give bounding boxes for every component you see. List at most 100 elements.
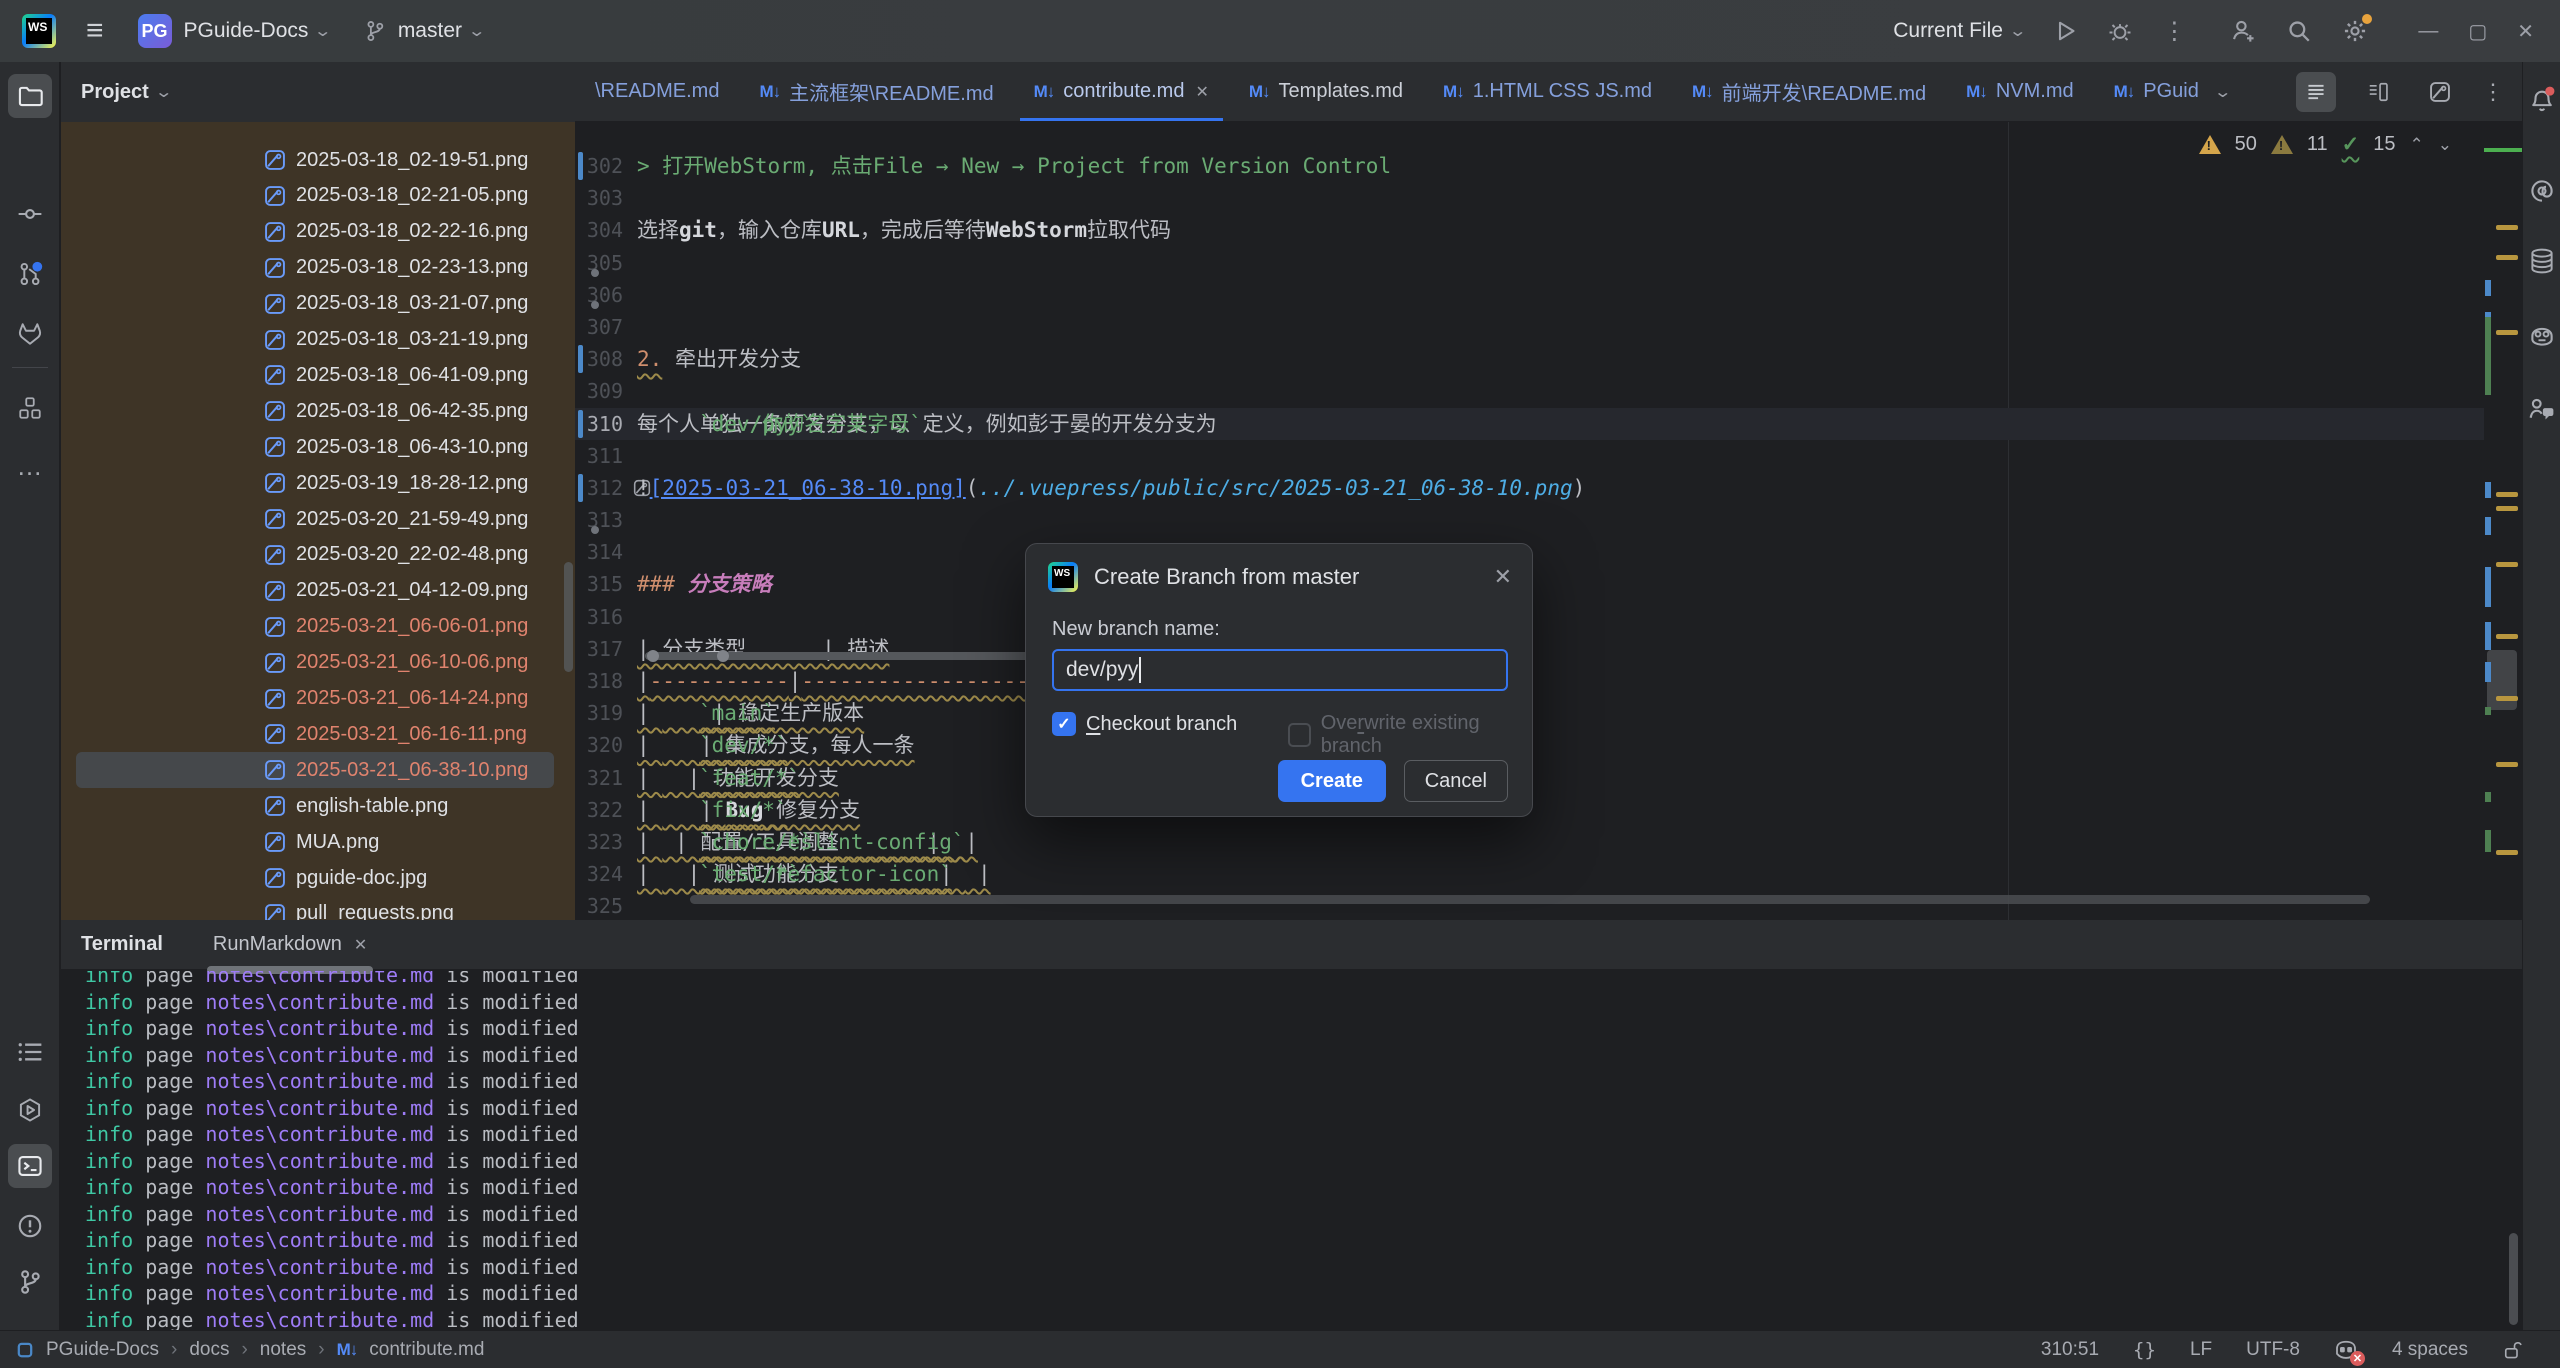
tree-item[interactable]: 2025-03-21_06-38-10.png: [76, 752, 554, 788]
settings-button[interactable]: [2342, 18, 2368, 44]
tree-scrollbar[interactable]: [564, 562, 573, 672]
editor-tab[interactable]: \README.md: [575, 62, 739, 121]
stripe-warning-mark[interactable]: [2496, 562, 2518, 567]
project-panel-header[interactable]: Project ⌄: [61, 62, 575, 122]
tree-item[interactable]: 2025-03-21_06-10-06.png: [76, 645, 554, 681]
stripe-warning-mark[interactable]: [2496, 850, 2518, 855]
stripe-added-mark[interactable]: [2485, 707, 2491, 715]
minimize-button[interactable]: —: [2418, 20, 2438, 43]
stripe-added-mark[interactable]: [2485, 317, 2491, 395]
ai-assistant-tool-button[interactable]: [2525, 174, 2559, 208]
stripe-warning-mark[interactable]: [2496, 225, 2518, 230]
tree-item[interactable]: 2025-03-20_21-59-49.png: [76, 501, 554, 537]
run-button[interactable]: [2054, 19, 2078, 43]
editor-line[interactable]: 324| `test/*` | 测试功能分支 | `test/refactor-…: [575, 858, 2484, 890]
error-stripe[interactable]: [2484, 122, 2522, 920]
git-tool-button[interactable]: [8, 252, 52, 296]
debug-button[interactable]: [2108, 19, 2132, 43]
editor-line[interactable]: 312![2025-03-21_06-38-10.png](../.vuepre…: [575, 472, 2484, 504]
tab-close-icon[interactable]: ✕: [354, 935, 367, 955]
tree-item[interactable]: 2025-03-18_06-42-35.png: [76, 393, 554, 429]
code-style-icon[interactable]: {}: [2133, 1339, 2156, 1361]
services-tool-button[interactable]: [8, 1088, 52, 1132]
line-ending-widget[interactable]: LF: [2190, 1339, 2212, 1361]
editor-only-view-button[interactable]: [2296, 72, 2336, 112]
close-window-button[interactable]: ✕: [2517, 19, 2534, 44]
editor-vertical-scrollbar[interactable]: [2487, 650, 2517, 710]
terminal-panel-title[interactable]: Terminal: [81, 933, 163, 956]
checkout-branch-checkbox[interactable]: ✓ Checkout branch: [1052, 712, 1237, 736]
dialog-close-icon[interactable]: ✕: [1494, 564, 1512, 590]
editor-tab[interactable]: M↓PGuid⌄: [2094, 62, 2250, 121]
tree-item[interactable]: 2025-03-18_02-21-05.png: [76, 178, 554, 214]
stripe-warning-mark[interactable]: [2496, 634, 2518, 639]
tree-item[interactable]: MUA.png: [76, 824, 554, 860]
breadcrumb-item[interactable]: docs: [189, 1339, 229, 1361]
tree-item[interactable]: 2025-03-18_02-23-13.png: [76, 250, 554, 286]
stripe-changed-mark[interactable]: [2485, 482, 2491, 498]
main-menu-icon[interactable]: ≡: [86, 16, 104, 46]
more-tool-windows-button[interactable]: …: [8, 444, 52, 488]
editor-line[interactable]: 313: [575, 504, 2484, 536]
version-control-tool-button[interactable]: [8, 1260, 52, 1304]
structure-tool-button[interactable]: [8, 386, 52, 430]
editor-line[interactable]: 311: [575, 440, 2484, 472]
stripe-added-mark[interactable]: [2485, 792, 2491, 802]
branch-widget[interactable]: master ⌄: [364, 19, 484, 43]
gitlab-tool-button[interactable]: [8, 312, 52, 356]
tree-item[interactable]: 2025-03-18_02-19-51.png: [76, 142, 554, 178]
editor-line[interactable]: 3082. 牵出开发分支: [575, 343, 2484, 375]
editor-line[interactable]: 305: [575, 247, 2484, 279]
encoding-widget[interactable]: UTF-8: [2246, 1339, 2300, 1361]
breadcrumb-item[interactable]: PGuide-Docs: [46, 1339, 159, 1361]
tree-item[interactable]: 2025-03-20_22-02-48.png: [76, 537, 554, 573]
editor-line[interactable]: 306: [575, 279, 2484, 311]
caret-position-widget[interactable]: 310:51: [2041, 1339, 2099, 1361]
editor-tab[interactable]: M↓contribute.md✕: [1014, 62, 1229, 121]
commit-tool-button[interactable]: [8, 192, 52, 236]
editor-tab[interactable]: M↓前端开发\README.md: [1672, 62, 1946, 121]
cancel-button[interactable]: Cancel: [1404, 760, 1508, 802]
todo-tool-button[interactable]: [8, 1030, 52, 1074]
tree-item[interactable]: pguide-doc.jpg: [76, 860, 554, 896]
tree-item[interactable]: 2025-03-21_04-12-09.png: [76, 573, 554, 609]
indent-widget[interactable]: 4 spaces: [2392, 1339, 2468, 1361]
breadcrumb-item[interactable]: notes: [260, 1339, 306, 1361]
project-widget[interactable]: PGuide-Docs ⌄: [172, 19, 330, 43]
project-avatar[interactable]: PG: [138, 14, 172, 48]
ai-chat-tool-button[interactable]: [2525, 318, 2559, 352]
table-column-handle[interactable]: [647, 650, 659, 662]
terminal-output[interactable]: info page notes\contribute.md is modifie…: [61, 971, 2522, 1330]
editor-horizontal-scrollbar[interactable]: [690, 895, 2370, 904]
editor-tab[interactable]: M↓NVM.md: [1946, 62, 2093, 121]
preview-view-button[interactable]: [2420, 72, 2460, 112]
stripe-warning-mark[interactable]: [2496, 762, 2518, 767]
tree-item[interactable]: pull_requests.png: [76, 896, 554, 920]
code-with-me-tool-button[interactable]: [2525, 392, 2559, 426]
terminal-tool-button[interactable]: [8, 1144, 52, 1188]
tree-item[interactable]: 2025-03-18_06-41-09.png: [76, 357, 554, 393]
tree-item[interactable]: 2025-03-18_02-22-16.png: [76, 214, 554, 250]
notifications-button[interactable]: [2525, 82, 2559, 116]
terminal-scrollbar[interactable]: [2509, 1233, 2518, 1325]
editor-line[interactable]: 304选择git，输入仓库URL，完成后等待WebStorm拉取代码: [575, 214, 2484, 246]
unlock-icon[interactable]: [2502, 1338, 2522, 1362]
split-view-button[interactable]: [2358, 72, 2398, 112]
table-column-handle[interactable]: [717, 650, 729, 662]
project-tool-button[interactable]: [8, 74, 52, 118]
database-tool-button[interactable]: [2525, 244, 2559, 278]
editor-tab[interactable]: M↓Templates.md: [1229, 62, 1423, 121]
tree-item[interactable]: 2025-03-18_03-21-19.png: [76, 322, 554, 358]
stripe-warning-mark[interactable]: [2496, 696, 2518, 701]
copilot-status-icon[interactable]: ✕: [2334, 1339, 2358, 1361]
create-button[interactable]: Create: [1278, 760, 1386, 802]
run-configuration-selector[interactable]: Current File ⌄: [1893, 19, 2024, 43]
stripe-warning-mark[interactable]: [2496, 330, 2518, 335]
tree-item[interactable]: 2025-03-18_03-21-07.png: [76, 286, 554, 322]
stripe-changed-mark[interactable]: [2485, 662, 2491, 682]
next-highlight-button[interactable]: ⌄: [2438, 135, 2452, 155]
previous-highlight-button[interactable]: ⌃: [2410, 135, 2424, 155]
tree-item[interactable]: 2025-03-21_06-14-24.png: [76, 681, 554, 717]
stripe-changed-mark[interactable]: [2485, 280, 2491, 296]
editor-line[interactable]: 310每个人单独一条开发分支，以 `dev/你的名字某字母`定义，例如彭于晏的开…: [575, 408, 2484, 440]
